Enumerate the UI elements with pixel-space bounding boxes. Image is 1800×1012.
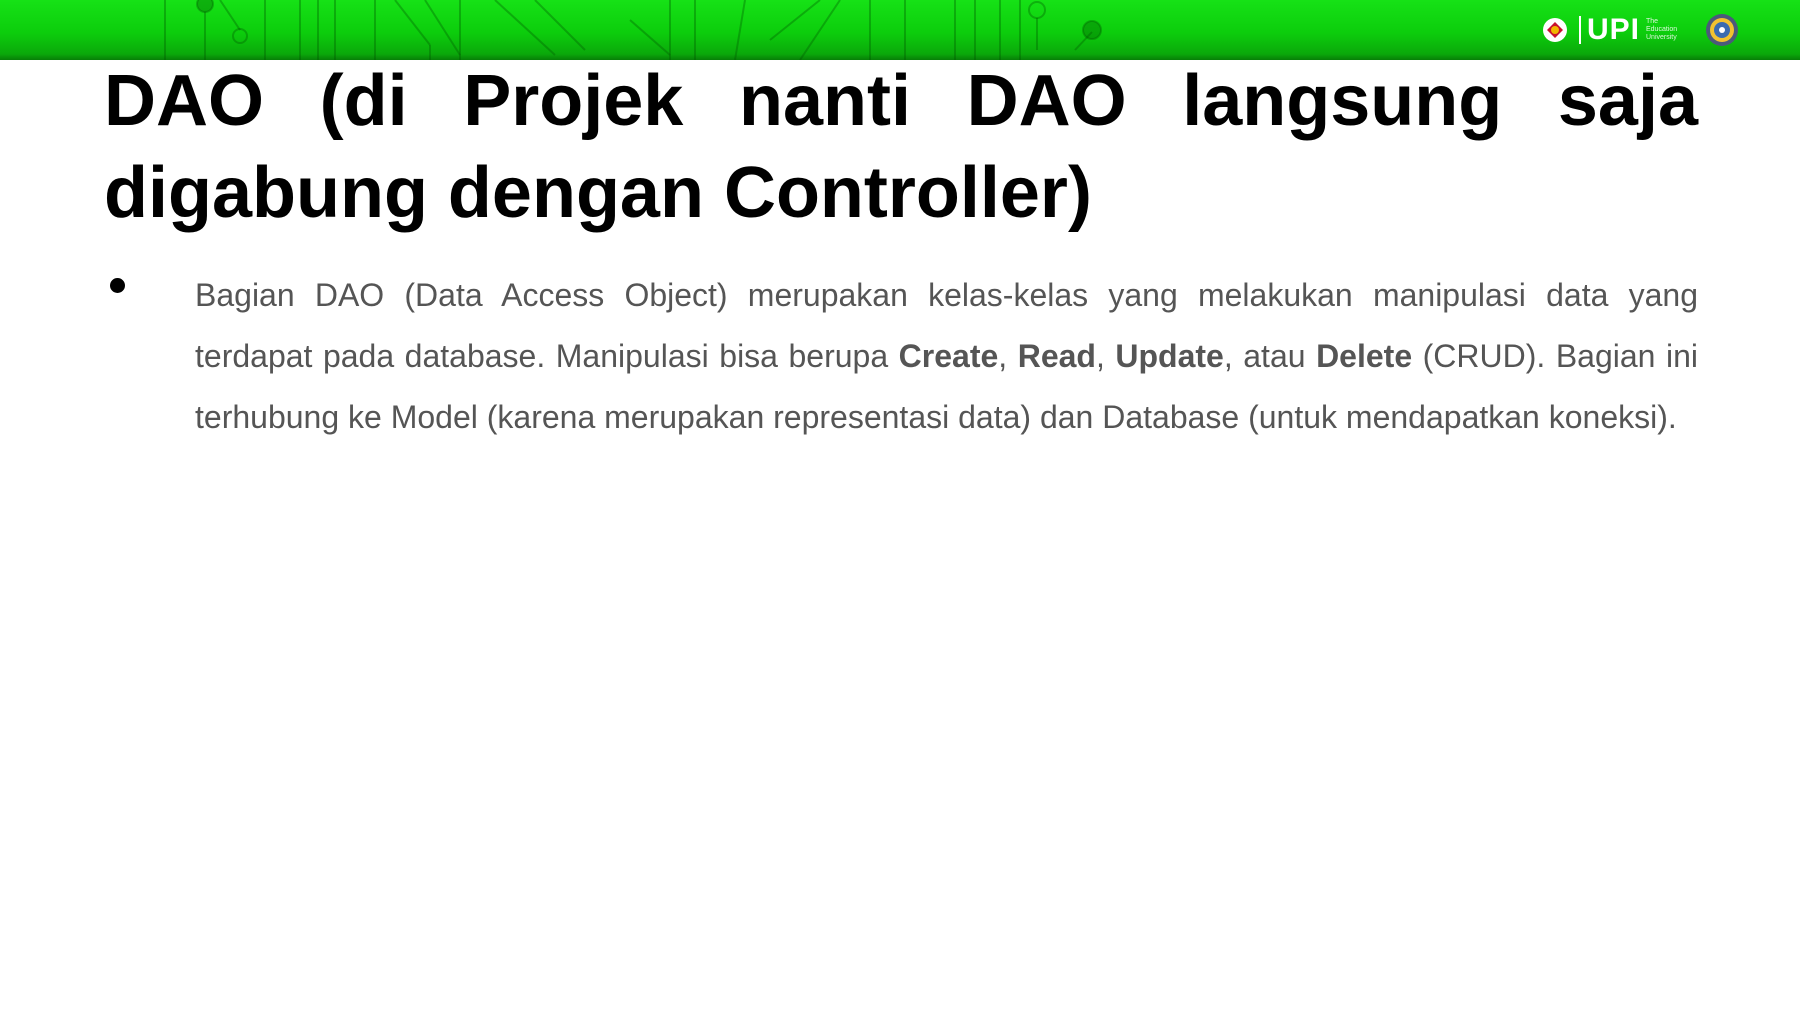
logo-divider bbox=[1578, 16, 1581, 44]
bullet-sep-3: , atau bbox=[1223, 338, 1317, 374]
crud-update: Update bbox=[1115, 338, 1224, 374]
bullet-sep-2: , bbox=[1095, 338, 1116, 374]
slide-title: DAO (di Projek nanti DAO langsung saja d… bbox=[104, 61, 1698, 233]
bullet-text: Bagian DAO (Data Access Object) merupaka… bbox=[195, 265, 1698, 448]
upi-logo: UPI The Education University bbox=[1578, 13, 1686, 46]
institution-seal-icon bbox=[1706, 14, 1738, 46]
crud-create: Create bbox=[898, 338, 999, 374]
upi-logo-tagline: The Education University bbox=[1646, 18, 1678, 41]
crud-read: Read bbox=[1017, 338, 1096, 374]
upi-emblem-icon bbox=[1542, 18, 1567, 42]
bullet-sep-1: , bbox=[998, 338, 1018, 374]
logo-group: UPI The Education University bbox=[1541, 10, 1740, 50]
header-banner: UPI The Education University bbox=[0, 0, 1800, 60]
bullet-item: Bagian DAO (Data Access Object) merupaka… bbox=[104, 265, 1698, 448]
circuit-pattern bbox=[164, 0, 1102, 60]
bullet-marker bbox=[110, 278, 125, 293]
crud-delete: Delete bbox=[1316, 338, 1413, 374]
upi-logo-text: UPI bbox=[1586, 13, 1640, 46]
